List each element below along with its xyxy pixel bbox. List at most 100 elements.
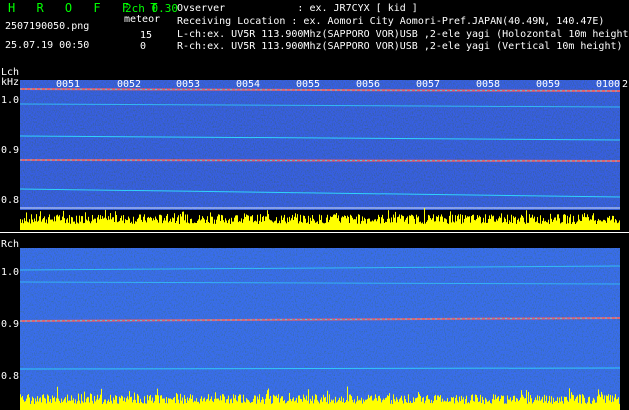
amplitude-bar [240,221,241,230]
amplitude-bar [104,217,105,230]
amplitude-bar [131,396,132,410]
amplitude-bar [242,402,243,410]
amplitude-bar [274,221,275,230]
amplitude-bar [393,214,394,230]
amplitude-bar [255,220,256,230]
amplitude-bar [278,223,279,230]
amplitude-bar [602,221,603,230]
amplitude-bar [298,395,299,410]
amplitude-bar [128,399,129,410]
amplitude-bar [150,394,151,410]
amplitude-bar [595,402,596,410]
amplitude-bar [92,400,93,410]
amplitude-bar [457,400,458,410]
amplitude-bar [220,395,221,410]
amplitude-bar [204,219,205,230]
amplitude-bar [163,398,164,410]
amplitude-bar [357,395,358,410]
amplitude-bar [496,219,497,230]
amplitude-bar [406,402,407,410]
amplitude-bar [490,218,491,230]
amplitude-bar [572,222,573,230]
amplitude-bar [146,222,147,230]
amplitude-bar [39,398,40,410]
amplitude-bar [336,213,337,230]
amplitude-bar [446,219,447,230]
amplitude-bar [587,214,588,230]
amplitude-bar [101,388,102,410]
amplitude-bar [33,222,34,230]
amplitude-bar [422,222,423,230]
amplitude-bar [284,214,285,230]
amplitude-bar [574,400,575,410]
amplitude-bar [595,220,596,230]
amplitude-bar [264,221,265,230]
amplitude-bar [119,220,120,230]
amplitude-bar [452,397,453,410]
amplitude-bar [175,403,176,410]
amplitude-bar [548,219,549,230]
amplitude-bar [303,394,304,410]
amplitude-bar [488,218,489,230]
amplitude-bar [590,403,591,410]
amplitude-bar [531,217,532,230]
amplitude-bar [342,216,343,230]
amplitude-bar [213,223,214,230]
amplitude-bar [427,395,428,410]
amplitude-bar [191,218,192,230]
amplitude-bar [114,221,115,230]
amplitude-bar [132,402,133,410]
amplitude-bar [539,223,540,230]
amplitude-bar [238,222,239,230]
amplitude-bar [611,402,612,410]
amplitude-bar [195,222,196,230]
amplitude-bar [308,389,309,410]
location-info: Receiving Location : ex. Aomori City Aom… [177,16,605,27]
amplitude-bar [453,396,454,410]
amplitude-bar [126,398,127,410]
amplitude-bar [116,395,117,410]
amplitude-bar [346,218,347,230]
amplitude-bar [485,397,486,410]
amplitude-bar [57,214,58,230]
amplitude-bar [24,401,25,410]
amplitude-bar [359,399,360,410]
amplitude-bar [337,401,338,410]
amplitude-bar [196,398,197,410]
amplitude-bar [164,398,165,410]
amplitude-bar [590,219,591,230]
amplitude-bar [443,221,444,230]
amplitude-bar [333,214,334,230]
amplitude-bar [275,396,276,410]
amplitude-bar [285,221,286,230]
amplitude-bar [528,222,529,230]
amplitude-bar [471,395,472,410]
amplitude-bar [481,223,482,230]
amplitude-bar [213,402,214,410]
amplitude-bar [180,214,181,230]
amplitude-bar [572,394,573,410]
amplitude-bar [556,401,557,410]
amplitude-bar [250,402,251,410]
amplitude-bar [278,394,279,410]
amplitude-bar [148,216,149,230]
amplitude-bar [286,402,287,410]
amplitude-bar [41,402,42,410]
amplitude-bar [107,220,108,230]
lch-ytick-1.0: 1.0 [1,95,20,106]
amplitude-bar [606,395,607,410]
amplitude-bar [505,218,506,230]
amplitude-bar [441,401,442,410]
amplitude-bar [59,400,60,410]
amplitude-bar [479,215,480,230]
amplitude-bar [440,395,441,410]
lch-amplitude-bars [20,208,621,230]
amplitude-bar [356,216,357,230]
amplitude-bar [108,399,109,410]
amplitude-bar [506,222,507,230]
amplitude-bar [200,398,201,410]
amplitude-bar [509,399,510,410]
amplitude-bar [93,219,94,230]
amplitude-bar [367,219,368,230]
amplitude-bar [281,396,282,410]
